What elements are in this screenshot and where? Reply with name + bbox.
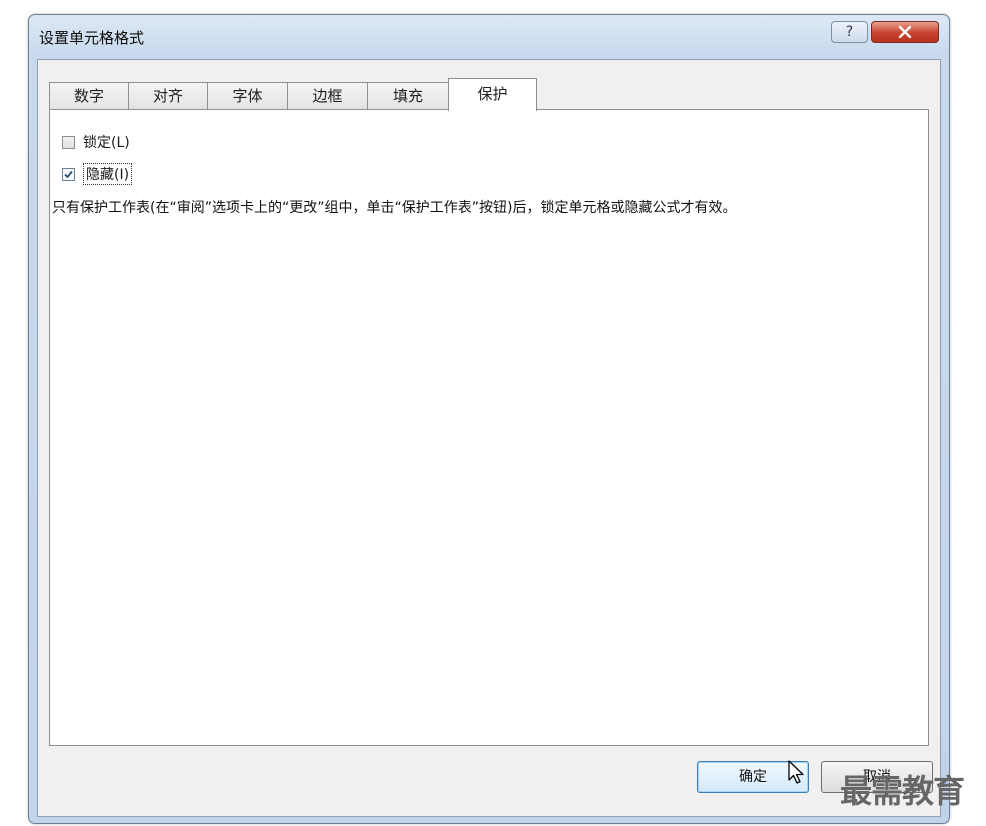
- mouse-pointer-icon: [787, 760, 807, 790]
- format-cells-dialog: 设置单元格格式 ? 数字 对齐 字体 边框 填充 保护 锁定(L) 隐藏(I) …: [28, 14, 950, 824]
- hidden-label[interactable]: 隐藏(I): [83, 163, 133, 185]
- help-button[interactable]: ?: [831, 21, 868, 43]
- locked-label[interactable]: 锁定(L): [83, 132, 130, 152]
- protection-panel: 锁定(L) 隐藏(I) 只有保护工作表(在“审阅”选项卡上的“更改”组中，单击“…: [49, 109, 929, 746]
- hidden-option[interactable]: 隐藏(I): [62, 163, 133, 185]
- locked-option[interactable]: 锁定(L): [62, 132, 130, 152]
- tab-border[interactable]: 边框: [287, 82, 368, 110]
- dialog-body: 数字 对齐 字体 边框 填充 保护 锁定(L) 隐藏(I) 只有保护工作表(在“…: [37, 59, 941, 817]
- dialog-title: 设置单元格格式: [39, 29, 145, 47]
- tab-alignment[interactable]: 对齐: [128, 82, 208, 110]
- help-icon: ?: [845, 24, 854, 40]
- tab-font[interactable]: 字体: [207, 82, 288, 110]
- tab-number[interactable]: 数字: [49, 82, 129, 110]
- checkmark-icon: [64, 170, 73, 178]
- locked-checkbox[interactable]: [62, 135, 75, 149]
- watermark-logo: 最需教育: [840, 772, 965, 810]
- protection-note: 只有保护工作表(在“审阅”选项卡上的“更改”组中，单击“保护工作表”按钮)后，锁…: [52, 200, 737, 216]
- close-button[interactable]: [871, 21, 939, 43]
- close-icon: [898, 26, 912, 38]
- title-bar[interactable]: 设置单元格格式 ?: [29, 15, 949, 59]
- hidden-checkbox[interactable]: [62, 167, 75, 181]
- tab-fill[interactable]: 填充: [367, 82, 449, 110]
- tab-protection[interactable]: 保护: [448, 78, 537, 111]
